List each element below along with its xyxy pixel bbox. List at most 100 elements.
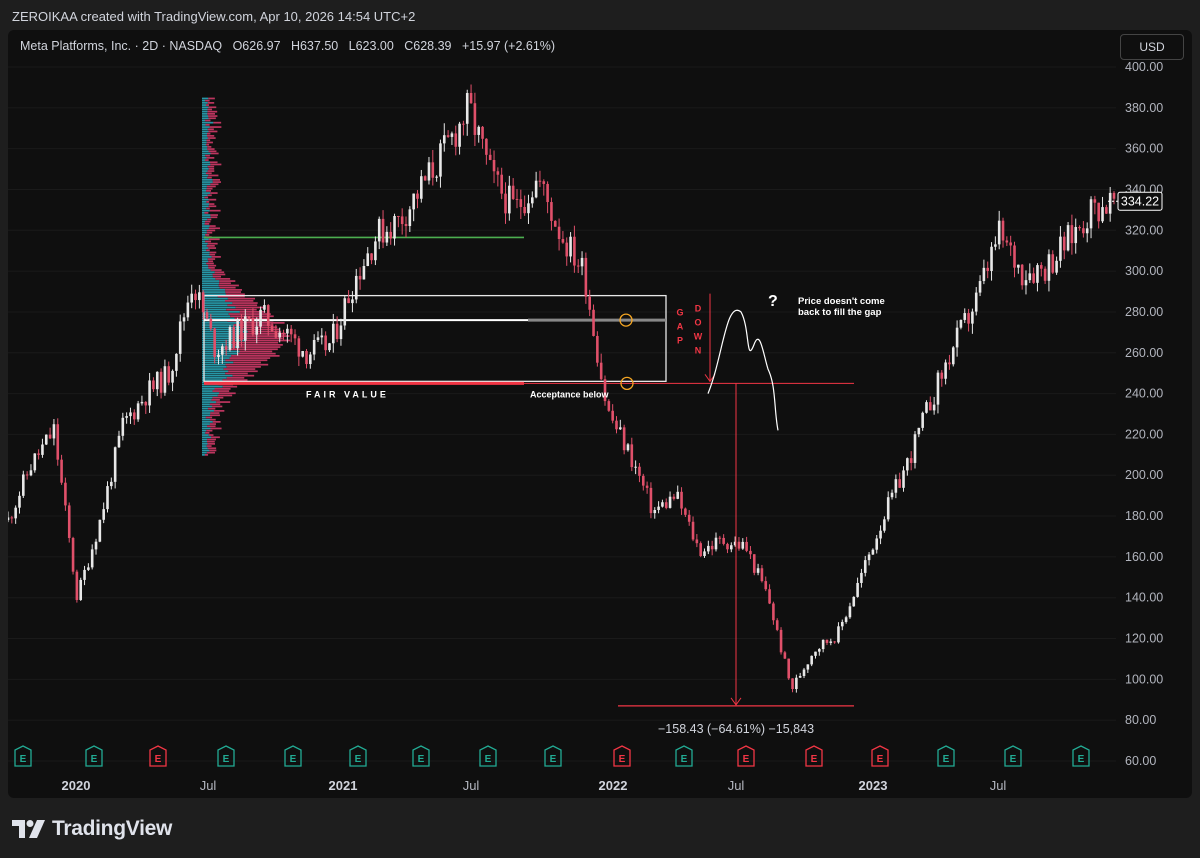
volume-profile-bar xyxy=(202,218,208,221)
candlestick-chart[interactable]: 400.00380.00360.00340.00320.00300.00280.… xyxy=(8,30,1192,798)
candle-body xyxy=(730,545,733,550)
volume-profile-bar xyxy=(202,377,227,379)
volume-profile-bar xyxy=(214,388,231,390)
high-value: 637.50 xyxy=(299,39,339,53)
candle-body xyxy=(1043,268,1047,281)
candle-body xyxy=(393,216,396,239)
candle-body xyxy=(775,620,779,630)
volume-profile-bar xyxy=(212,179,221,181)
candle-body xyxy=(305,351,308,365)
volume-profile-bar xyxy=(208,264,217,267)
candle-body xyxy=(320,335,324,338)
y-axis-tick-label: 80.00 xyxy=(1125,713,1156,727)
volume-profile-bar xyxy=(202,203,210,205)
earnings-marker: E xyxy=(149,745,167,767)
tradingview-brand[interactable]: TradingView xyxy=(12,817,172,840)
volume-profile-bar xyxy=(227,297,256,300)
candle-body xyxy=(144,401,148,406)
volume-profile-bar xyxy=(202,280,220,282)
candle-body xyxy=(978,281,982,293)
volume-profile-bar xyxy=(202,172,206,175)
volume-profile-bar xyxy=(202,192,211,194)
candle-body xyxy=(760,568,764,582)
candle-body xyxy=(833,641,836,643)
volume-profile-bar xyxy=(232,302,258,304)
chart-panel[interactable]: 400.00 380.00 360.00 340.00 320.00 300.00 280.… xyxy=(8,30,1192,798)
candle-body xyxy=(8,517,10,521)
volume-profile-bar xyxy=(209,251,217,254)
candle-body xyxy=(324,335,327,351)
candle-body xyxy=(596,335,599,363)
volume-profile-bar xyxy=(202,240,206,243)
candle-body xyxy=(331,323,335,344)
candle-body xyxy=(221,346,224,355)
volume-profile-bar xyxy=(207,425,216,428)
earnings-icon-letter: E xyxy=(943,754,950,765)
volume-profile-bar xyxy=(210,183,219,186)
volume-profile-bar xyxy=(209,403,221,406)
candle-body xyxy=(450,133,454,137)
candle-body xyxy=(982,267,986,282)
volume-profile-bar xyxy=(225,372,248,375)
volume-profile-bar xyxy=(226,377,245,379)
candle-body xyxy=(87,567,90,570)
earnings-marker: E xyxy=(737,745,755,767)
candle-body xyxy=(297,338,301,357)
candle-body xyxy=(201,292,205,313)
volume-profile-bar xyxy=(204,223,210,225)
hand-drawn-squiggle xyxy=(707,309,779,431)
volume-profile-bar xyxy=(202,396,213,399)
volume-profile-bar xyxy=(202,278,216,280)
candle-body xyxy=(875,538,879,550)
candle-body xyxy=(573,236,576,266)
y-axis-tick-label: 160.00 xyxy=(1125,550,1163,564)
candle-body xyxy=(527,203,530,214)
currency-button[interactable]: USD xyxy=(1120,34,1184,60)
candle-body xyxy=(14,507,17,519)
volume-profile-bar xyxy=(206,229,216,232)
candle-body xyxy=(44,434,48,445)
candle-body xyxy=(607,401,611,411)
volume-profile-bar xyxy=(202,253,210,256)
close-value: 628.39 xyxy=(413,39,452,53)
candle-body xyxy=(496,171,500,175)
candle-body xyxy=(175,353,178,371)
earnings-icon-letter: E xyxy=(418,754,425,765)
candle-body xyxy=(749,550,752,555)
volume-profile-bar xyxy=(202,449,210,452)
volume-profile-bar xyxy=(202,363,226,366)
volume-profile-bar xyxy=(202,407,208,410)
volume-profile-bar xyxy=(210,414,220,417)
candle-body xyxy=(508,185,511,214)
x-axis-tick-label: Jul xyxy=(990,778,1007,793)
candle-body xyxy=(546,183,549,203)
candle-body xyxy=(488,154,492,160)
volume-profile-bar xyxy=(206,185,216,188)
earnings-marker: E xyxy=(544,745,562,767)
volume-profile-bar xyxy=(202,443,208,445)
candle-body xyxy=(787,658,791,679)
volume-profile-bar xyxy=(202,260,209,263)
volume-profile-bar xyxy=(206,187,213,190)
volume-profile-bar xyxy=(202,102,208,104)
volume-profile-bar xyxy=(239,350,273,353)
candle-body xyxy=(1020,264,1024,286)
volume-profile-bar xyxy=(227,304,258,307)
volume-profile-bar xyxy=(207,258,216,260)
candle-body xyxy=(492,159,496,172)
volume-profile-bar xyxy=(202,245,207,247)
volume-profile-bar xyxy=(202,124,206,126)
candle-body xyxy=(194,293,197,301)
candle-body xyxy=(389,231,392,239)
volume-profile-bar xyxy=(228,313,271,315)
volume-profile-bar xyxy=(245,339,291,342)
candle-body xyxy=(366,253,370,267)
volume-profile-bar xyxy=(206,262,214,265)
volume-profile-bar xyxy=(208,168,215,170)
volume-profile-bar xyxy=(202,273,213,276)
volume-profile-bar xyxy=(202,161,210,164)
volume-profile-bar xyxy=(205,154,210,157)
candle-body xyxy=(1085,228,1089,234)
candle-body xyxy=(994,244,997,247)
candle-body xyxy=(94,541,98,550)
